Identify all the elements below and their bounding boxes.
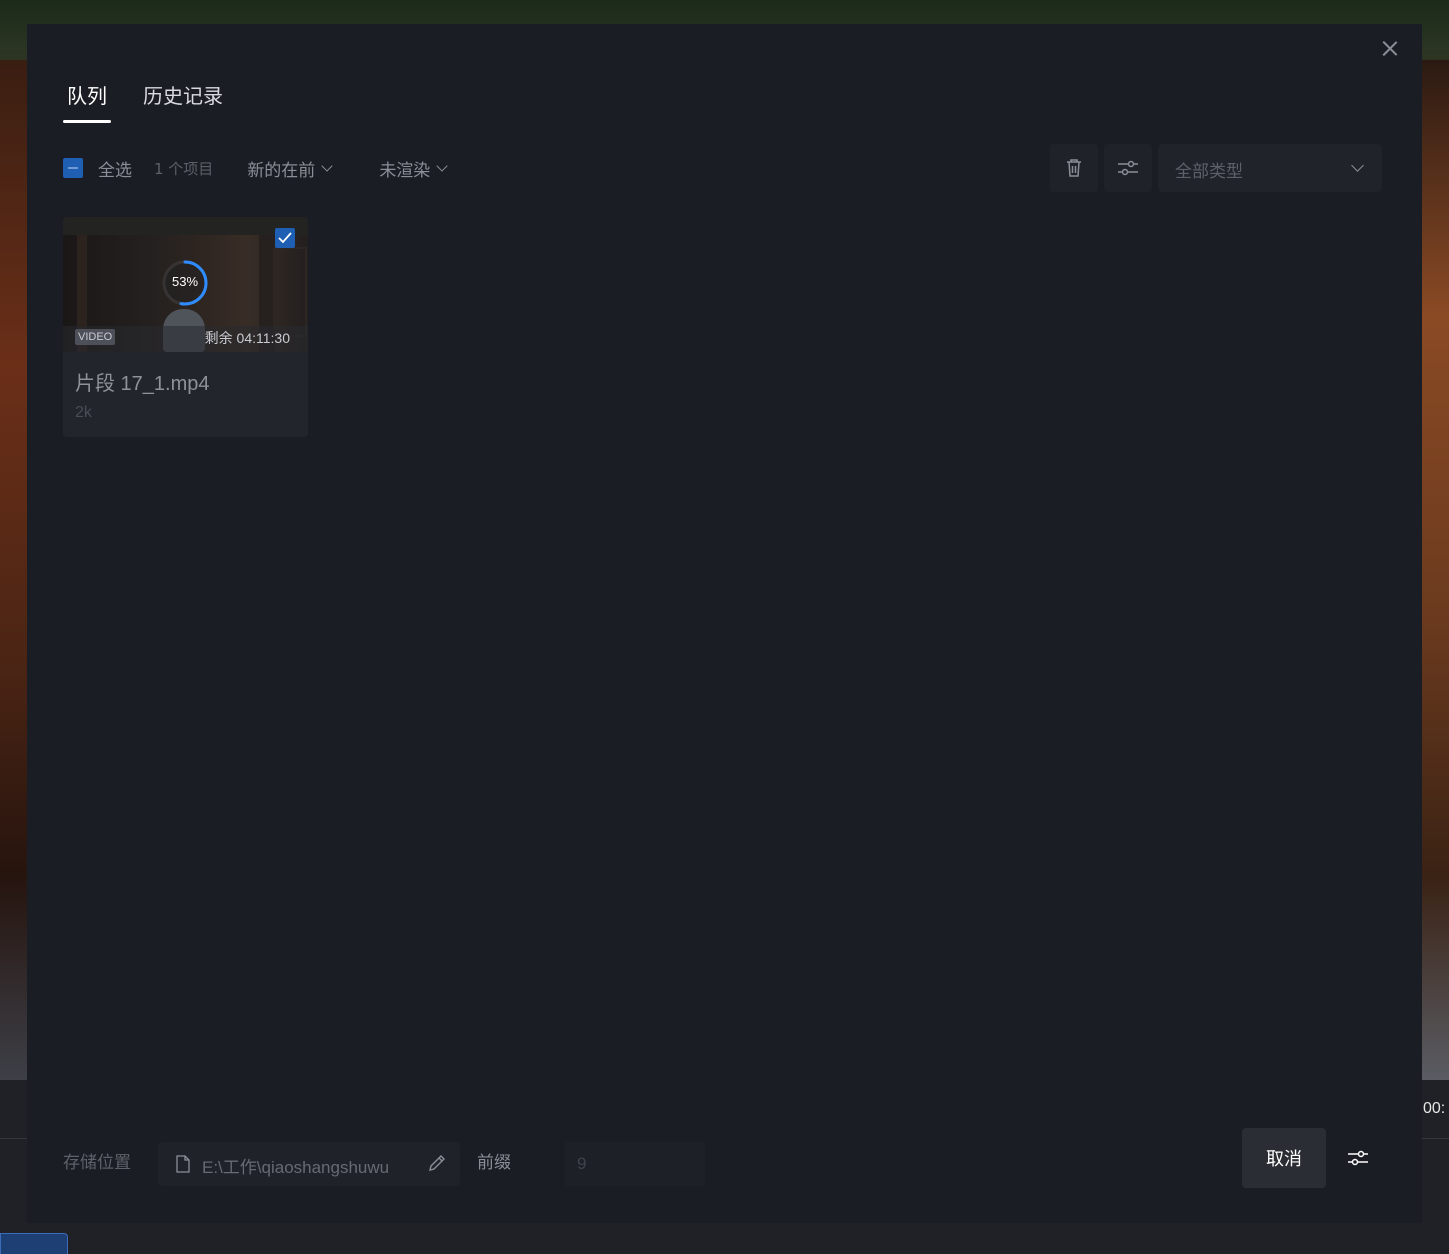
select-all-label[interactable]: 全选 (98, 156, 132, 181)
queue-toolbar: 全选 1 个项目 新的在前 未渲染 全部类型 (63, 144, 1382, 192)
chevron-down-icon (436, 160, 448, 172)
background-tab (0, 1233, 68, 1254)
background-left-pillar (0, 60, 28, 1080)
checkmark-icon (278, 232, 292, 244)
prefix-input[interactable] (565, 1142, 705, 1186)
item-select-checkbox[interactable] (275, 228, 295, 248)
file-icon (176, 1155, 190, 1173)
prefix-label: 前缀 (477, 1153, 511, 1173)
status-filter-label: 未渲染 (379, 160, 431, 181)
background-timecode: 00: (1423, 1100, 1446, 1117)
media-type-badge: VIDEO (75, 329, 116, 345)
type-filter-select[interactable]: 全部类型 (1158, 144, 1382, 192)
chevron-down-icon (321, 160, 333, 172)
storage-location-label: 存储位置 (63, 1153, 131, 1173)
progress-percent: 53% (171, 274, 199, 289)
item-filename: 片段 17_1.mp4 (75, 373, 210, 395)
sliders-icon (1118, 160, 1138, 176)
delete-button[interactable] (1050, 144, 1098, 192)
item-resolution: 2k (75, 404, 92, 421)
sort-dropdown-label: 新的在前 (247, 160, 316, 181)
chevron-down-icon (1351, 159, 1364, 172)
type-filter-value: 全部类型 (1175, 162, 1243, 182)
queue-item-card[interactable]: 53% VIDEO 剩余 04:11:30 片段 17_1.mp4 2k (63, 217, 308, 437)
item-count: 1 个项目 (154, 159, 214, 178)
remaining-time: 剩余 04:11:30 (204, 330, 290, 346)
close-icon[interactable] (1380, 38, 1400, 58)
dialog-footer: 存储位置 E:\工作\qiaoshangshuwu 前缀 取消 (63, 1128, 1382, 1188)
select-all-checkbox[interactable] (63, 158, 83, 178)
tab-bar: 队列 历史记录 (63, 80, 227, 123)
tab-queue[interactable]: 队列 (63, 80, 111, 123)
background-right-pillar (1421, 60, 1449, 1080)
render-settings-button[interactable] (1334, 1134, 1382, 1182)
storage-path-text: E:\工作\qiaoshangshuwu (202, 1158, 390, 1177)
tab-history[interactable]: 历史记录 (139, 80, 227, 123)
storage-path-field[interactable]: E:\工作\qiaoshangshuwu (158, 1142, 460, 1186)
pencil-icon[interactable] (428, 1154, 446, 1172)
trash-icon (1067, 159, 1081, 177)
cancel-button[interactable]: 取消 (1242, 1128, 1326, 1188)
render-queue-dialog: 队列 历史记录 全选 1 个项目 新的在前 未渲染 全部类型 53% VIDEO… (27, 24, 1422, 1223)
filter-settings-button[interactable] (1104, 144, 1152, 192)
sliders-icon (1348, 1150, 1368, 1166)
sort-dropdown[interactable]: 新的在前 (247, 156, 335, 181)
status-filter-dropdown[interactable]: 未渲染 (379, 156, 450, 181)
